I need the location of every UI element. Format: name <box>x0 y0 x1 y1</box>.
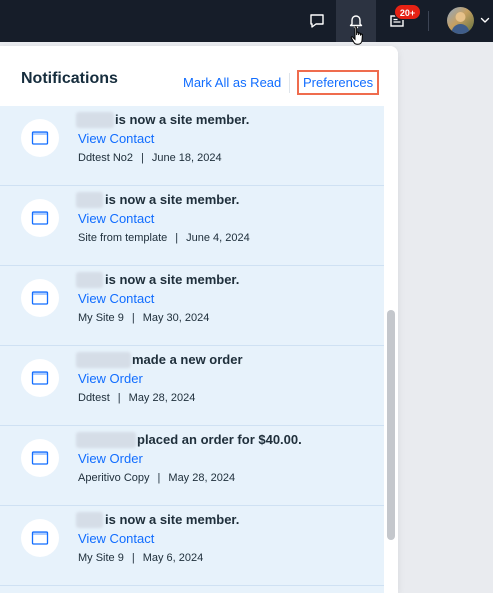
view-order-link[interactable]: View Order <box>78 371 143 386</box>
notification-meta: My Site 9 | May 30, 2024 <box>78 312 210 324</box>
top-bar: 20+ <box>0 0 493 42</box>
site-name: My Site 9 <box>78 552 124 564</box>
notification-item[interactable]: made a new order View Order Ddtest | May 2… <box>0 346 384 426</box>
site-name: Ddtest <box>78 392 110 404</box>
redacted-name <box>76 352 131 368</box>
site-name: Aperitivo Copy <box>78 472 150 484</box>
notification-text: is now a site member. <box>105 192 240 207</box>
notification-meta: Ddtest No2 | June 18, 2024 <box>78 152 222 164</box>
notification-text: is now a site member. <box>115 112 250 127</box>
notification-item[interactable]: is now a site member. View Contact Site … <box>0 186 384 266</box>
site-name: My Site 9 <box>78 312 124 324</box>
notification-text: is now a site member. <box>105 512 240 527</box>
topbar-divider <box>428 11 429 31</box>
notification-item[interactable]: is now a site member. View Contact My Si… <box>0 506 384 586</box>
view-order-link[interactable]: View Order <box>78 451 143 466</box>
notification-text: made a new order <box>132 352 243 367</box>
preferences-link[interactable]: Preferences <box>297 70 380 95</box>
notification-date: May 28, 2024 <box>128 392 196 404</box>
site-icon <box>21 519 59 557</box>
view-contact-link[interactable]: View Contact <box>78 131 154 146</box>
mark-all-as-read-link[interactable]: Mark All as Read <box>183 75 281 90</box>
view-contact-link[interactable]: View Contact <box>78 211 154 226</box>
site-icon <box>21 199 59 237</box>
redacted-name <box>76 112 114 128</box>
user-avatar[interactable] <box>447 7 474 34</box>
notification-item[interactable]: is now a site member. View Contact Ddtes… <box>0 106 384 186</box>
notification-meta: Site from template | June 4, 2024 <box>78 232 250 244</box>
redacted-name <box>76 512 103 528</box>
panel-title: Notifications <box>21 70 118 87</box>
notification-count-badge: 20+ <box>394 4 421 20</box>
panel-header: Notifications Mark All as Read Preferenc… <box>0 46 398 114</box>
site-name: Ddtest No2 <box>78 152 134 164</box>
site-icon <box>21 279 59 317</box>
notification-meta: Ddtest | May 28, 2024 <box>78 392 196 404</box>
notification-item[interactable]: is now a site member. View Contact My Si… <box>0 266 384 346</box>
site-icon <box>21 439 59 477</box>
notification-date: June 4, 2024 <box>186 232 250 244</box>
redacted-name <box>76 192 103 208</box>
notification-meta: My Site 9 | May 6, 2024 <box>78 552 204 564</box>
notification-date: May 30, 2024 <box>142 312 210 324</box>
site-icon <box>21 359 59 397</box>
notification-date: May 28, 2024 <box>168 472 236 484</box>
notification-list: is now a site member. View Contact Ddtes… <box>0 106 384 593</box>
notifications-panel: Notifications Mark All as Read Preferenc… <box>0 46 398 593</box>
redacted-name <box>76 432 136 448</box>
notification-meta: Aperitivo Copy | May 28, 2024 <box>78 472 236 484</box>
redacted-name <box>76 272 103 288</box>
site-icon <box>21 119 59 157</box>
scrollbar-thumb[interactable] <box>387 310 395 540</box>
hand-cursor-icon <box>350 26 363 45</box>
notification-date: June 18, 2024 <box>151 152 222 164</box>
notification-text: is now a site member. <box>105 272 240 287</box>
notification-item[interactable]: placed an order for $40.00. View Order A… <box>0 426 384 506</box>
site-name: Site from template <box>78 232 168 244</box>
chevron-down-icon[interactable] <box>478 13 492 27</box>
header-divider <box>289 73 290 93</box>
view-contact-link[interactable]: View Contact <box>78 291 154 306</box>
notification-date: May 6, 2024 <box>142 552 204 564</box>
view-contact-link[interactable]: View Contact <box>78 531 154 546</box>
chat-icon[interactable] <box>297 0 337 42</box>
notification-text: placed an order for $40.00. <box>137 432 302 447</box>
